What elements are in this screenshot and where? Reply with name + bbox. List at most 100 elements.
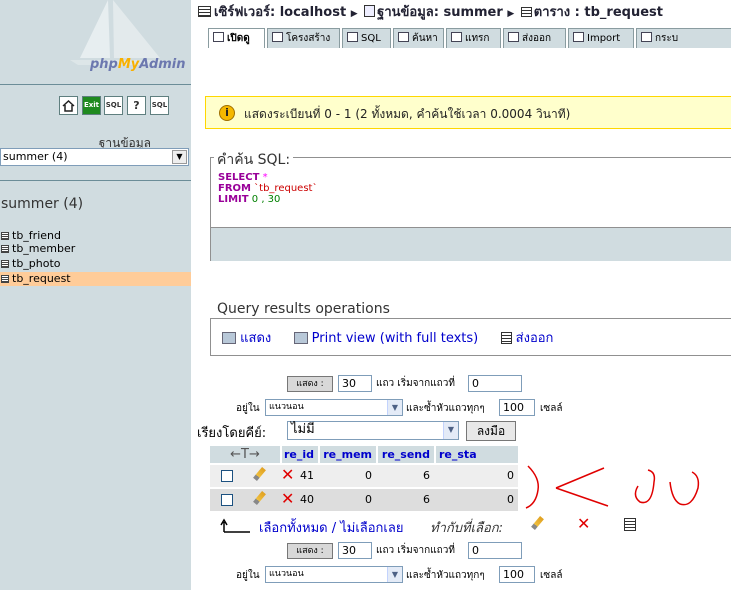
- table-link-tb-photo[interactable]: tb_photo: [1, 258, 61, 270]
- breadcrumb-database[interactable]: ฐานข้อมูล: summer: [377, 5, 503, 20]
- red-annotation-drawing: [525, 465, 700, 509]
- show-button[interactable]: แสดง :: [287, 376, 333, 392]
- tab-search[interactable]: ค้นหา: [393, 28, 444, 48]
- structure-icon: [272, 32, 283, 42]
- tab-label: Import: [587, 33, 621, 44]
- tab-label: ค้นหา: [412, 33, 438, 44]
- cells-label-bottom: เซลล์: [540, 570, 563, 581]
- tab-insert[interactable]: แทรก: [446, 28, 501, 48]
- select-arrow-icon: [220, 518, 250, 533]
- phpmyadmin-logo[interactable]: phpMyAdmin: [90, 57, 186, 72]
- start-input[interactable]: 0: [468, 375, 522, 392]
- column-arrows-text: ←T→: [230, 447, 260, 462]
- row-checkbox[interactable]: [221, 494, 233, 506]
- database-select[interactable]: summer (4) ▼: [0, 148, 189, 166]
- start-input-bottom[interactable]: 0: [468, 542, 522, 559]
- table-link-tb-member[interactable]: tb_member: [1, 243, 75, 255]
- mode-value: แนวนอน: [269, 569, 304, 579]
- export-selected-icon[interactable]: [624, 518, 636, 531]
- sql-query-text: SELECT * FROM `tb_request` LIMIT 0 , 30: [218, 172, 317, 205]
- sql-icon: [347, 32, 358, 42]
- repeat-input-bottom[interactable]: 100: [499, 566, 535, 583]
- edit-selected-icon[interactable]: [531, 516, 544, 530]
- docs-icon[interactable]: ?: [127, 96, 146, 115]
- query-ops-links: แสดง Print view (with full texts) ส่งออก: [222, 327, 553, 348]
- mode-value: แนวนอน: [269, 402, 304, 412]
- column-header-re-id[interactable]: re_id: [282, 446, 318, 463]
- logo-php: php: [90, 57, 118, 72]
- chevron-down-icon[interactable]: ▼: [172, 150, 187, 164]
- printer-icon: [293, 332, 308, 344]
- tab-operations[interactable]: กระบ: [636, 28, 731, 48]
- table-link-tb-request[interactable]: tb_request: [1, 273, 71, 285]
- tab-label: แทรก: [465, 33, 490, 44]
- chevron-down-icon[interactable]: ▼: [387, 567, 402, 582]
- divider: [0, 84, 191, 85]
- sql-line-select: SELECT *: [218, 172, 317, 183]
- query-ops-legend: Query results operations: [214, 301, 393, 317]
- tab-import[interactable]: Import: [568, 28, 634, 48]
- import-icon: [573, 32, 584, 42]
- column-header-re-mem[interactable]: re_mem: [320, 446, 376, 463]
- operations-icon: [641, 32, 652, 42]
- show-link[interactable]: แสดง: [240, 331, 271, 346]
- go-button[interactable]: ลงมือ: [466, 421, 516, 441]
- cell-re-id: 40: [300, 493, 314, 506]
- export-link[interactable]: ส่งออก: [516, 331, 554, 346]
- table-icon: [1, 245, 9, 253]
- database-title[interactable]: summer (4): [1, 196, 83, 212]
- cell-re-mem: 0: [365, 493, 372, 506]
- docs-icon-label: ?: [133, 99, 140, 112]
- exit-icon[interactable]: Exit: [82, 96, 101, 115]
- breadcrumb-server[interactable]: เซิร์ฟเวอร์: localhost: [214, 5, 346, 20]
- sql-keyword: SELECT: [218, 172, 260, 183]
- query-window-icon[interactable]: SQL: [150, 96, 169, 115]
- tab-sql[interactable]: SQL: [342, 28, 391, 48]
- tab-label: SQL: [361, 33, 381, 44]
- tab-browse[interactable]: เปิดดู: [208, 28, 265, 48]
- printer-icon: [222, 332, 236, 344]
- column-header-re-sta[interactable]: re_sta: [436, 446, 518, 463]
- chevron-down-icon[interactable]: ▼: [443, 422, 458, 439]
- print-view-link[interactable]: Print view (with full texts): [312, 331, 479, 346]
- select-all-link[interactable]: เลือกทั้งหมด / ไม่เลือกเลย: [259, 517, 403, 538]
- notice-text: แสดงระเบียนที่ 0 - 1 (2 ทั้งหมด, คำค้นใช…: [244, 107, 571, 121]
- rows-label-bottom: แถว เริ่มจากแถวที่: [376, 545, 455, 556]
- cell-re-send: 6: [423, 469, 430, 482]
- table-name: tb_photo: [12, 257, 61, 270]
- sql-limit-values: 0 , 30: [248, 194, 281, 205]
- row-checkbox[interactable]: [221, 470, 233, 482]
- chevron-right-icon: ▶: [507, 9, 515, 19]
- mode-select-bottom[interactable]: แนวนอน ▼: [265, 566, 403, 583]
- in-label: อยู่ใน: [236, 403, 260, 414]
- cell-re-mem: 0: [365, 469, 372, 482]
- delete-selected-icon[interactable]: ✕: [577, 516, 590, 532]
- in-label-bottom: อยู่ใน: [236, 570, 260, 581]
- rows-input-bottom[interactable]: 30: [338, 542, 372, 559]
- rows-input[interactable]: 30: [338, 375, 372, 392]
- column-arrows[interactable]: ←T→: [210, 446, 280, 463]
- logo-admin: Admin: [139, 57, 186, 72]
- tab-structure[interactable]: โครงสร้าง: [267, 28, 340, 48]
- breadcrumb-table[interactable]: ตาราง : tb_request: [534, 5, 663, 20]
- rows-label: แถว เริ่มจากแถวที่: [376, 378, 455, 389]
- sql-table: `tb_request`: [250, 183, 318, 194]
- repeat-label-bottom: และซ้ำหัวแถวทุกๆ: [406, 570, 485, 581]
- home-icon[interactable]: [59, 96, 78, 115]
- tab-label: ส่งออก: [522, 33, 552, 44]
- database-select-value: summer (4): [3, 150, 68, 163]
- sort-select[interactable]: ไม่มี ▼: [287, 421, 459, 440]
- cells-label: เซลล์: [540, 403, 563, 414]
- column-header-re-send[interactable]: re_send: [378, 446, 434, 463]
- show-button-bottom[interactable]: แสดง :: [287, 543, 333, 559]
- repeat-input[interactable]: 100: [499, 399, 535, 416]
- divider: [0, 180, 191, 181]
- table-link-tb-friend[interactable]: tb_friend: [1, 230, 61, 242]
- sql-icon[interactable]: SQL: [104, 96, 123, 115]
- database-icon: [364, 5, 376, 17]
- table-name: tb_friend: [12, 229, 61, 242]
- mode-select[interactable]: แนวนอน ▼: [265, 399, 403, 416]
- cell-re-sta: 0: [507, 469, 514, 482]
- tab-export[interactable]: ส่งออก: [503, 28, 566, 48]
- chevron-down-icon[interactable]: ▼: [387, 400, 402, 415]
